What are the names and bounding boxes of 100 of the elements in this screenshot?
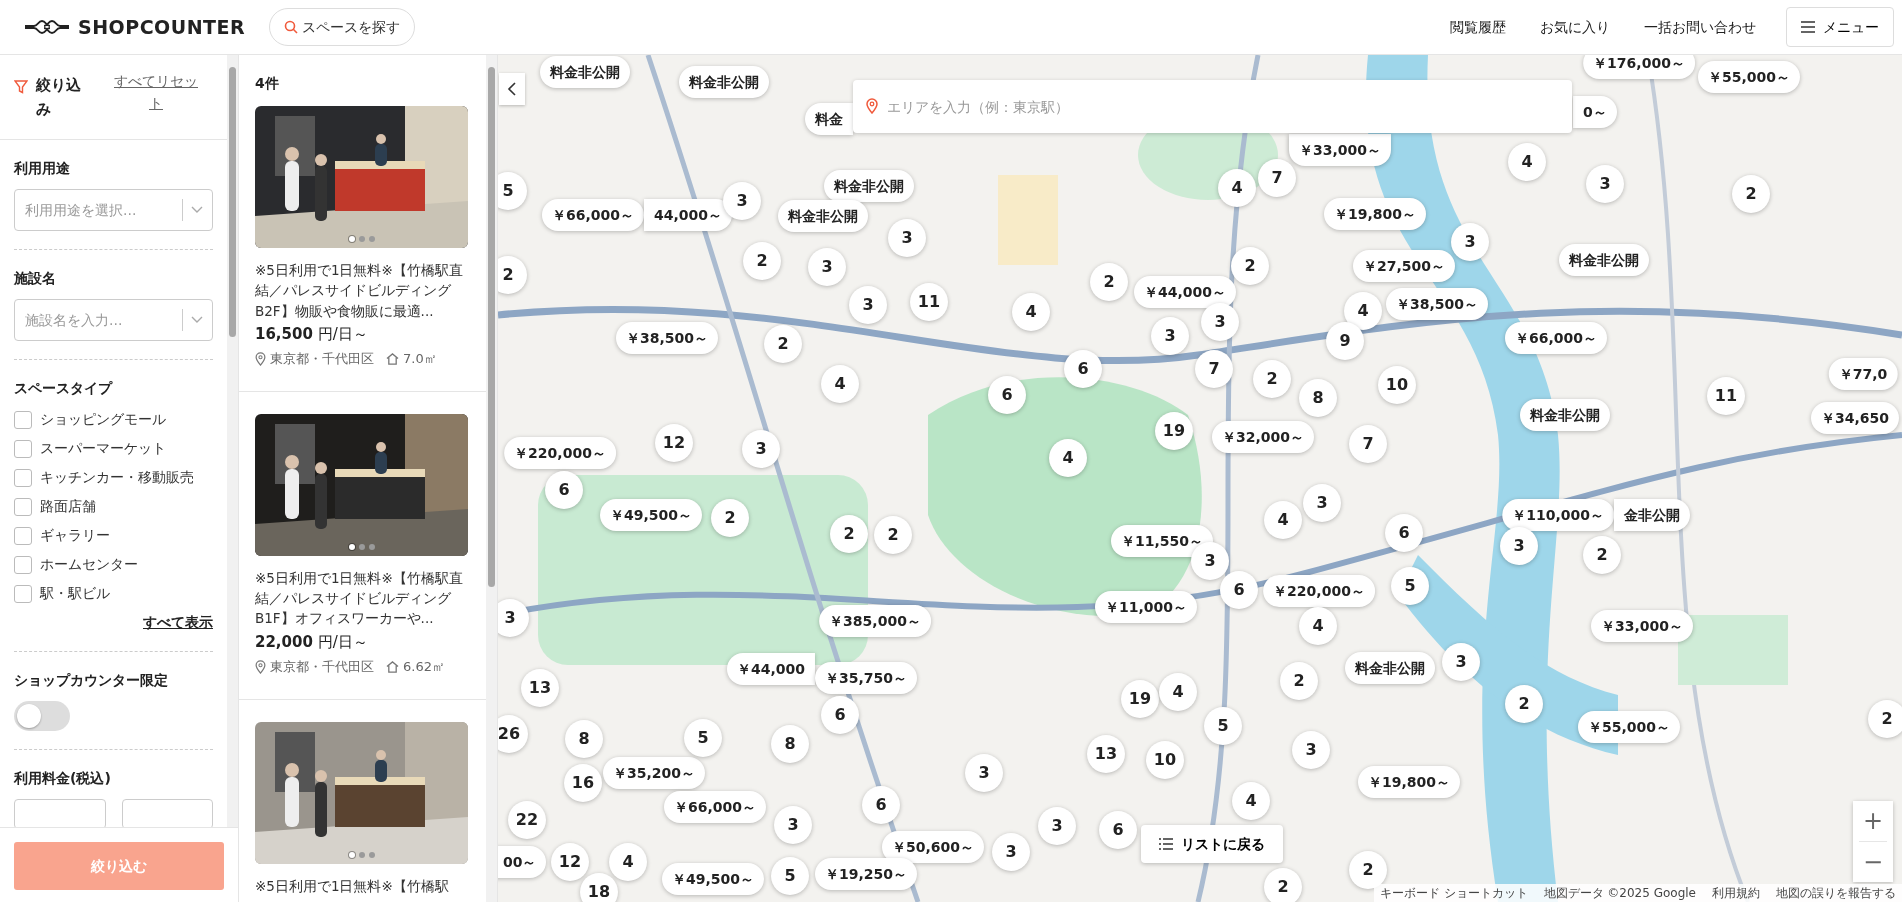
map-attribution-link[interactable]: 地図データ ©2025 Google [1543, 884, 1696, 902]
price-marker[interactable]: ￥44,000～ [1134, 276, 1236, 308]
checkbox-label: ショッピングモール [40, 410, 166, 429]
section-label: 施設名 [14, 269, 57, 288]
carousel-dot[interactable] [348, 236, 355, 242]
result-count: 4件 [254, 74, 280, 93]
price-marker[interactable]: ￥66,000～ [664, 791, 766, 823]
price-marker[interactable]: ￥176,000～ [1583, 55, 1695, 79]
price-marker[interactable]: ￥49,500～ [600, 499, 702, 531]
menu-button[interactable]: メニュー [1786, 7, 1894, 47]
checkbox-label: スーパーマーケット [40, 439, 166, 458]
price-marker[interactable]: ￥110,000～ [1502, 499, 1614, 531]
price-marker[interactable]: ￥385,000～ [819, 605, 931, 637]
price-marker[interactable]: ￥49,500～ [662, 863, 764, 895]
nav-link[interactable]: 閲覧履歴 [1450, 16, 1506, 38]
checkbox-label: 駅・駅ビル [40, 584, 110, 603]
price-marker[interactable]: ￥19,800～ [1324, 198, 1426, 230]
price-marker[interactable]: ￥66,000～ [541, 199, 644, 231]
scrollbar[interactable] [227, 55, 238, 827]
toggle-switch[interactable] [14, 701, 70, 731]
list-icon [1159, 838, 1173, 850]
location-pin-icon [255, 659, 266, 674]
search-button[interactable]: スペースを探す [269, 8, 416, 46]
input-field[interactable] [14, 799, 106, 827]
price-marker[interactable]: 料金非公開 [540, 56, 630, 88]
price-marker[interactable]: ￥32,000～ [1212, 421, 1314, 453]
price-marker[interactable]: 料金非公開 [1345, 652, 1435, 684]
checkbox[interactable] [14, 555, 32, 574]
location-pin-icon [255, 352, 266, 366]
price-marker[interactable]: 料金非公開 [778, 200, 868, 232]
price-marker[interactable]: 料金 [805, 103, 853, 135]
price-marker[interactable]: ￥77,0 [1828, 358, 1898, 390]
price-marker[interactable]: ￥55,000～ [1698, 61, 1800, 93]
price-marker[interactable]: ￥19,800～ [1358, 766, 1460, 798]
checkbox-label: キッチンカー・移動販売 [40, 468, 194, 487]
listing-title[interactable]: ※5日利用で1日無料※【竹橋駅直結／パレスサイドビルディングB2F】物販や食物販に最適... [255, 260, 470, 321]
map-attribution-link[interactable]: 利用規約 [1712, 884, 1760, 902]
listing-title[interactable]: ※5日利用で1日無料※【竹橋駅直結／パレスサイドビルディングB1F】オフィスワーカーや... [255, 567, 470, 629]
checkbox[interactable] [14, 526, 32, 545]
carousel-dot[interactable] [368, 851, 375, 858]
nav-link[interactable]: 一括お問い合わせ [1644, 16, 1756, 38]
price-marker[interactable]: ￥66,000～ [1505, 322, 1607, 354]
checkbox-label: ギャラリー [40, 526, 110, 545]
checkbox[interactable] [14, 410, 32, 429]
carousel-dot[interactable] [368, 543, 375, 550]
logo-text[interactable]: SHOPCOUNTER [78, 12, 246, 42]
price-marker[interactable]: 金非公開 [1614, 499, 1690, 531]
checkbox[interactable] [14, 439, 32, 458]
listing-price: 22,000 円/日～ [255, 631, 369, 653]
price-marker[interactable]: ￥38,500～ [616, 322, 718, 354]
checkbox[interactable] [14, 468, 32, 487]
price-marker[interactable]: ￥27,500～ [1353, 250, 1455, 282]
listing-price: 16,500 円/日～ [255, 323, 369, 345]
listing-title[interactable]: ※5日利用で1日無料※【竹橋駅 [255, 875, 470, 896]
carousel-dot[interactable] [358, 543, 365, 550]
price-marker[interactable]: ￥34,650 [1811, 402, 1899, 434]
select-field[interactable]: 利用用途を選択... [14, 189, 213, 231]
show-all-link[interactable]: すべて表示 [143, 614, 213, 630]
price-marker[interactable]: ￥33,000～ [1591, 610, 1693, 642]
zoom-out-button[interactable]: − [1853, 842, 1893, 882]
price-marker[interactable]: ￥19,250～ [815, 858, 917, 890]
price-marker[interactable]: 料金非公開 [679, 66, 769, 98]
carousel-dot[interactable] [348, 543, 355, 550]
price-marker[interactable]: ￥35,750～ [815, 662, 918, 694]
filter-title: 絞り込み [36, 75, 82, 120]
price-marker[interactable]: 0～ [1573, 96, 1617, 128]
price-marker[interactable]: ￥50,600～ [882, 831, 984, 863]
price-marker[interactable]: 料金非公開 [1520, 399, 1610, 431]
nav-link[interactable]: お気に入り [1540, 16, 1610, 38]
map-attribution-link[interactable]: 地図の誤りを報告する [1776, 884, 1896, 902]
location-text: 東京都・千代田区 [270, 350, 374, 369]
price-marker[interactable]: ￥33,000～ [1289, 134, 1391, 166]
price-marker[interactable]: ￥220,000～ [1263, 575, 1375, 607]
carousel-dot[interactable] [358, 851, 365, 858]
input-field[interactable] [121, 799, 213, 827]
price-marker[interactable]: 44,000～ [644, 199, 733, 231]
zoom-in-button[interactable]: + [1853, 801, 1893, 841]
collapse-button[interactable] [499, 73, 525, 105]
chevron-icon [507, 82, 517, 96]
price-marker[interactable]: 料金非公開 [1559, 244, 1649, 276]
checkbox[interactable] [14, 497, 32, 516]
house-icon [386, 660, 399, 673]
price-marker[interactable]: 料金非公開 [824, 170, 914, 202]
price-marker[interactable]: ￥38,500～ [1386, 288, 1488, 320]
scrollbar[interactable] [486, 55, 497, 902]
section-label: ショップカウンター限定 [14, 671, 169, 690]
price-marker[interactable]: ￥11,000～ [1095, 591, 1197, 623]
price-marker[interactable]: ￥55,000～ [1578, 711, 1680, 743]
back-to-list-button[interactable]: リストに戻る [1141, 825, 1283, 863]
price-marker[interactable]: 00～ [498, 846, 547, 878]
reset-link[interactable]: すべてリセット [110, 71, 202, 115]
price-marker[interactable]: ￥44,000 [726, 653, 815, 685]
carousel-dot[interactable] [348, 851, 355, 858]
checkbox[interactable] [14, 584, 32, 603]
price-marker[interactable]: ￥220,000～ [504, 437, 616, 469]
price-marker[interactable]: ￥35,200～ [603, 757, 705, 789]
carousel-dot[interactable] [358, 236, 365, 242]
carousel-dot[interactable] [368, 236, 375, 242]
area-search-field[interactable]: エリアを入力（例：東京駅） [853, 80, 1572, 133]
select-field[interactable]: 施設名を入力... [14, 299, 213, 341]
